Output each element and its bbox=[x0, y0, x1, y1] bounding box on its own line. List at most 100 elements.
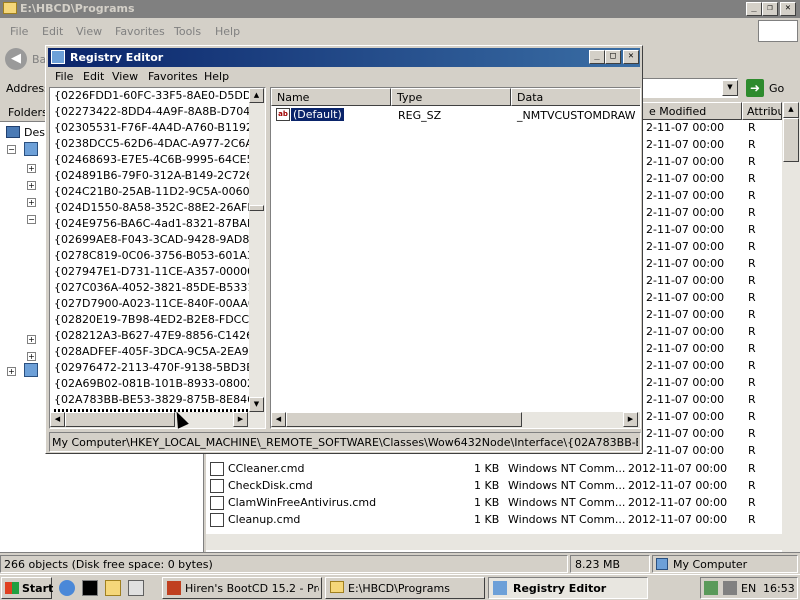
minimize-button[interactable]: _ bbox=[589, 50, 605, 64]
expand-icon[interactable]: + bbox=[27, 335, 36, 344]
column-header-attributes[interactable]: Attribut bbox=[742, 102, 782, 120]
tree-item[interactable]: {02468693-E7E5-4C6B-9995-64CE5F510 bbox=[54, 153, 250, 169]
registry-key-path: My Computer\HKEY_LOCAL_MACHINE\_REMOTE_S… bbox=[52, 436, 638, 449]
tree-item[interactable]: {024C21B0-25AB-11D2-9C5A-0060083E bbox=[54, 185, 250, 201]
tree-item[interactable]: {0278C819-0C06-3756-B053-601A3E566 bbox=[54, 249, 250, 265]
go-arrow-icon[interactable]: ➜ bbox=[746, 79, 764, 97]
column-header-modified[interactable]: e Modified bbox=[642, 102, 742, 120]
scroll-thumb[interactable] bbox=[783, 118, 799, 162]
tree-item[interactable]: {027947E1-D731-11CE-A357-000000000 bbox=[54, 265, 250, 281]
attribute-cell: R bbox=[748, 444, 756, 457]
tree-hscrollbar[interactable]: ◀ ▶ bbox=[50, 412, 265, 428]
tree-item[interactable]: {028212A3-B627-47E9-8856-C14265554 bbox=[54, 329, 250, 345]
cmd-icon[interactable] bbox=[82, 580, 98, 596]
expand-icon[interactable]: − bbox=[7, 145, 16, 154]
task-explorer[interactable]: E:\HBCD\Programs bbox=[325, 577, 485, 599]
scroll-right-button[interactable]: ▶ bbox=[233, 412, 248, 427]
task-hirens[interactable]: Hiren's BootCD 15.2 - Pro... bbox=[162, 577, 322, 599]
tree-item[interactable]: {02A783BB-BE53-3829-875B-8E8469402 bbox=[54, 393, 250, 409]
scroll-up-button[interactable]: ▲ bbox=[783, 102, 799, 118]
tree-item[interactable]: {0238DCC5-62D6-4DAC-A977-2C6A36C5 bbox=[54, 137, 250, 153]
file-attributes: R bbox=[748, 496, 756, 509]
speaker-icon[interactable] bbox=[723, 581, 737, 595]
scroll-thumb[interactable] bbox=[65, 412, 175, 427]
tree-item[interactable]: {024891B6-79F0-312A-B149-2C7269AF4 bbox=[54, 169, 250, 185]
explorer-titlebar[interactable]: E:\HBCD\Programs _ ❐ ✕ bbox=[0, 0, 800, 18]
language-indicator[interactable]: EN bbox=[741, 582, 756, 595]
back-icon[interactable]: ◀ bbox=[5, 48, 27, 70]
window-icon[interactable] bbox=[128, 580, 144, 596]
values-hscrollbar[interactable]: ◀ ▶ bbox=[271, 412, 640, 428]
tree-item[interactable]: {0226FDD1-60FC-33F5-8AE0-D5DDD56 bbox=[54, 89, 250, 105]
file-row[interactable]: ClamWinFreeAntivirus.cmd 1 KB Windows NT C… bbox=[206, 495, 782, 511]
scroll-left-button[interactable]: ◀ bbox=[50, 412, 65, 427]
tree-item[interactable]: {02699AE8-F043-3CAD-9428-9AD834F3 bbox=[54, 233, 250, 249]
address-dropdown-button[interactable]: ▼ bbox=[722, 80, 738, 96]
tree-item[interactable]: {027C036A-4052-3821-85DE-B53319DF bbox=[54, 281, 250, 297]
close-button[interactable]: ✕ bbox=[623, 50, 639, 64]
column-header-name[interactable]: Name bbox=[271, 88, 391, 106]
scroll-left-button[interactable]: ◀ bbox=[271, 412, 286, 427]
collapse-icon[interactable]: − bbox=[27, 215, 36, 224]
desktop-label[interactable]: Des bbox=[24, 126, 45, 139]
explorer-icon[interactable] bbox=[105, 580, 121, 596]
scroll-thumb[interactable] bbox=[249, 205, 264, 211]
tree-item[interactable]: {02976472-2113-470F-9138-5BD3B463D bbox=[54, 361, 250, 377]
tree-item[interactable]: {024D1550-8A58-352C-88E2-26AFF7270 bbox=[54, 201, 250, 217]
maximize-button[interactable]: □ bbox=[605, 50, 621, 64]
value-name[interactable]: (Default) bbox=[290, 107, 345, 122]
modified-cell: 2-11-07 00:00 bbox=[646, 410, 725, 423]
tree-item[interactable]: {024E9756-BA6C-4ad1-8321-87BAE78F bbox=[54, 217, 250, 233]
value-row[interactable]: ab (Default) REG_SZ _NMTVCUSTOMDRAW bbox=[271, 107, 640, 123]
tree-item[interactable]: {02820E19-7B98-4ED2-B2E8-FDCCCEFF bbox=[54, 313, 250, 329]
column-header-type[interactable]: Type bbox=[391, 88, 511, 106]
start-button[interactable]: Start bbox=[1, 577, 53, 599]
menu-view[interactable]: View bbox=[76, 25, 102, 38]
file-row[interactable]: CheckDisk.cmd 1 KB Windows NT Comm... 2012-… bbox=[206, 478, 782, 494]
ie-icon[interactable] bbox=[59, 580, 75, 596]
menu-file[interactable]: File bbox=[10, 25, 28, 38]
explorer-vscrollbar[interactable]: ▲ bbox=[782, 102, 800, 552]
task-registry-editor[interactable]: Registry Editor bbox=[488, 577, 648, 599]
expand-icon[interactable]: + bbox=[27, 164, 36, 173]
clock[interactable]: 16:53 bbox=[763, 582, 795, 595]
expand-icon[interactable]: + bbox=[27, 181, 36, 190]
tree-item[interactable]: {027D7900-A023-11CE-840F-00AA00420 bbox=[54, 297, 250, 313]
file-row[interactable]: Cleanup.cmd 1 KB Windows NT Comm... 2012-11… bbox=[206, 512, 782, 528]
menu-tools[interactable]: Tools bbox=[174, 25, 201, 38]
explorer-hscrollbar[interactable] bbox=[206, 534, 782, 550]
expand-icon[interactable]: + bbox=[7, 367, 16, 376]
attribute-cell: R bbox=[748, 189, 756, 202]
close-button[interactable]: ✕ bbox=[780, 2, 796, 16]
regedit-titlebar[interactable]: Registry Editor _ □ ✕ bbox=[48, 48, 640, 67]
tree-item[interactable]: {02A69B02-081B-101B-8933-08002B2F4 bbox=[54, 377, 250, 393]
tree-item[interactable]: {028ADFEF-405F-3DCA-9C5A-2EA91B74 bbox=[54, 345, 250, 361]
menu-favorites[interactable]: Favorites bbox=[115, 25, 165, 38]
scroll-down-button[interactable]: ▼ bbox=[249, 397, 264, 412]
tree-item[interactable]: {02305531-F76F-4A4D-A760-B1192E72C bbox=[54, 121, 250, 137]
column-header-data[interactable]: Data bbox=[511, 88, 640, 106]
menu-edit[interactable]: Edit bbox=[42, 25, 63, 38]
tree-item[interactable]: {02273422-8DD4-4A9F-8A8B-D70443D5 bbox=[54, 105, 250, 121]
go-button[interactable]: Go bbox=[769, 82, 784, 95]
menu-view[interactable]: View bbox=[112, 70, 138, 83]
scroll-thumb[interactable] bbox=[286, 412, 522, 427]
restore-button[interactable]: ❐ bbox=[762, 2, 778, 16]
network-tray-icon[interactable] bbox=[704, 581, 718, 595]
menu-help[interactable]: Help bbox=[204, 70, 229, 83]
modified-cell: 2-11-07 00:00 bbox=[646, 325, 725, 338]
tree-vscrollbar[interactable]: ▲ ▼ bbox=[249, 88, 265, 412]
file-row[interactable]: CCleaner.cmd 1 KB Windows NT Comm... 2012-1… bbox=[206, 461, 782, 477]
minimize-button[interactable]: _ bbox=[746, 2, 762, 16]
expand-icon[interactable]: + bbox=[27, 198, 36, 207]
file-size: 1 KB bbox=[474, 462, 500, 475]
menu-file[interactable]: File bbox=[55, 70, 73, 83]
scroll-up-button[interactable]: ▲ bbox=[249, 88, 264, 103]
menu-edit[interactable]: Edit bbox=[83, 70, 104, 83]
attribute-cell: R bbox=[748, 138, 756, 151]
scroll-right-button[interactable]: ▶ bbox=[623, 412, 638, 427]
expand-icon[interactable]: + bbox=[27, 352, 36, 361]
menu-favorites[interactable]: Favorites bbox=[148, 70, 198, 83]
attribute-cell: R bbox=[748, 427, 756, 440]
menu-help[interactable]: Help bbox=[215, 25, 240, 38]
